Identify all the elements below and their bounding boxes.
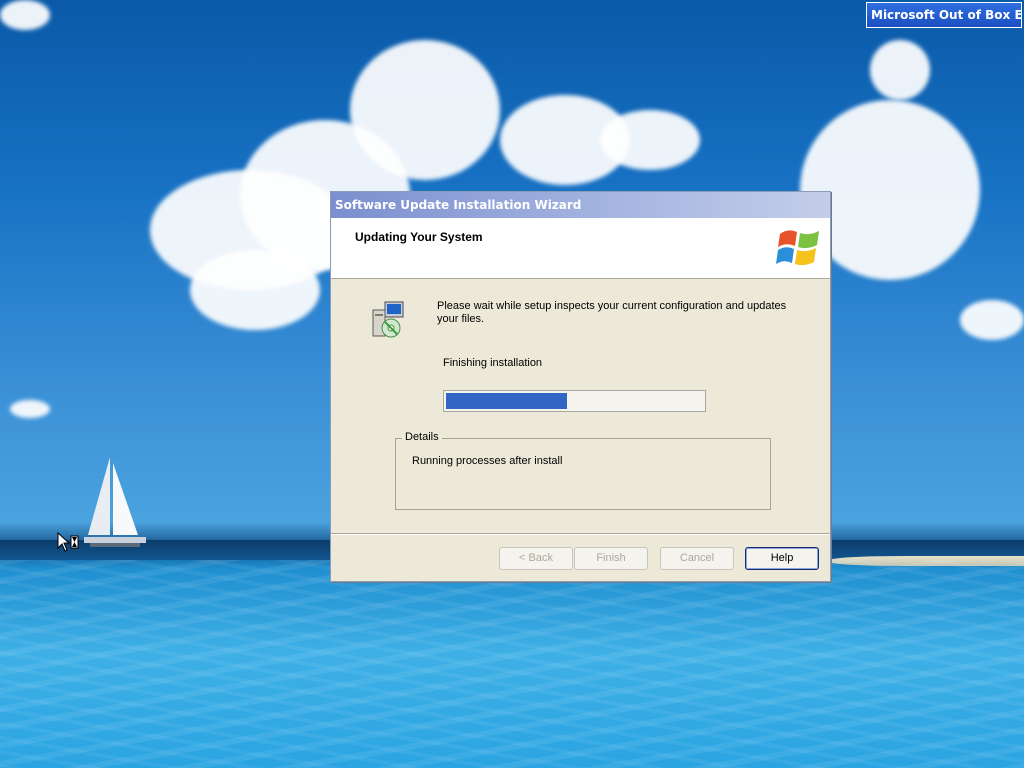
installation-wizard-dialog: Software Update Installation Wizard Upda… [330,191,831,582]
sea [0,560,1024,768]
back-button[interactable]: < Back [499,547,573,570]
dialog-title-bar[interactable]: Software Update Installation Wizard [331,192,830,218]
instruction-text: Please wait while setup inspects your cu… [437,300,787,325]
cloud [600,110,700,170]
details-label: Details [402,431,442,443]
cloud [190,250,320,330]
status-text: Finishing installation [443,357,543,369]
cloud [0,0,50,30]
cloud [960,300,1024,340]
cloud [10,400,50,418]
help-button[interactable]: Help [745,547,819,570]
cancel-button[interactable]: Cancel [660,547,734,570]
setup-computer-icon [372,301,404,338]
details-group: Details Running processes after install [395,431,771,510]
cloud [350,40,500,180]
details-text: Running processes after install [412,455,563,467]
cloud [870,40,930,100]
busy-cursor-icon [57,532,79,552]
taskbar-window-button[interactable]: Microsoft Out of Box E... [866,2,1022,28]
progress-bar-fill [446,393,567,409]
desktop: Microsoft Out of Box E... Software Updat… [0,0,1024,768]
progress-bar [443,390,706,412]
page-title: Updating Your System [355,230,483,244]
sailboat [84,457,146,547]
dialog-title: Software Update Installation Wizard [335,198,582,212]
finish-button[interactable]: Finish [574,547,648,570]
windows-flag-icon [776,230,819,266]
button-divider [331,533,830,535]
wizard-header: Updating Your System [331,218,830,279]
